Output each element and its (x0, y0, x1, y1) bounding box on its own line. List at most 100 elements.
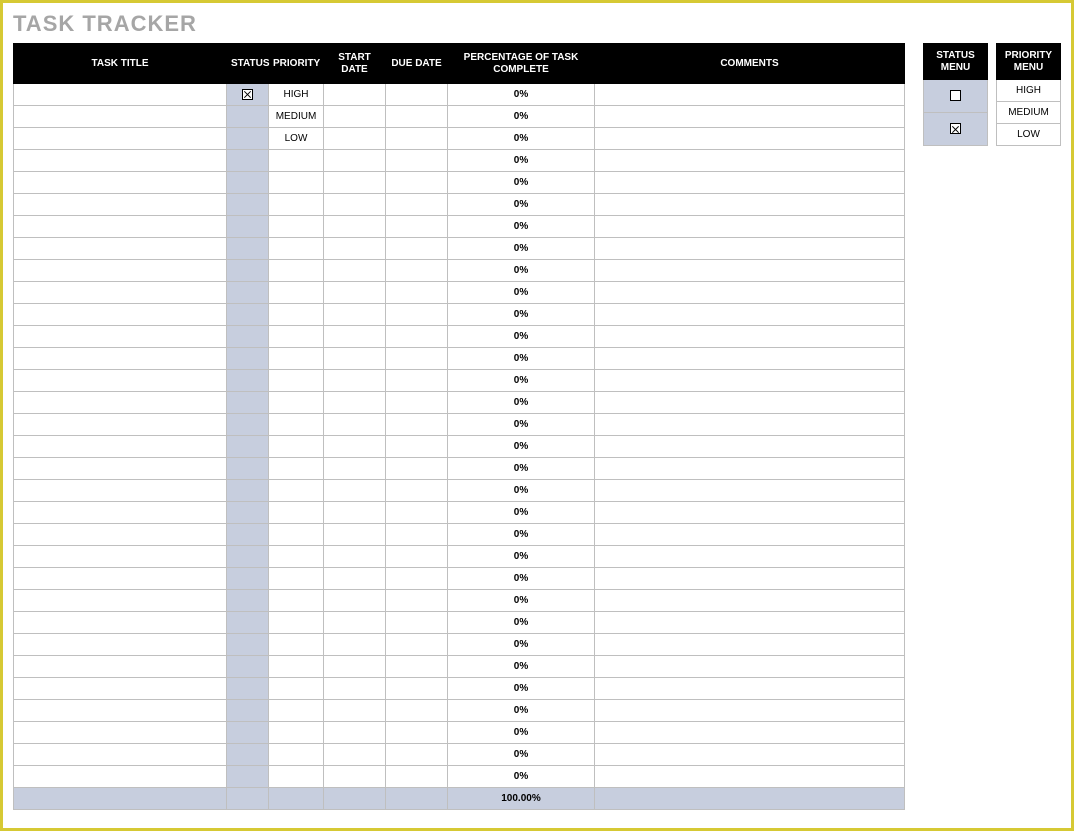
cell-comments[interactable] (595, 106, 905, 128)
cell-status[interactable] (227, 436, 269, 458)
cell-status[interactable] (227, 414, 269, 436)
cell-task-title[interactable] (14, 84, 227, 106)
cell-status[interactable] (227, 150, 269, 172)
cell-task-title[interactable] (14, 282, 227, 304)
cell-due-date[interactable] (386, 106, 448, 128)
cell-start-date[interactable] (324, 568, 386, 590)
cell-comments[interactable] (595, 480, 905, 502)
cell-comments[interactable] (595, 634, 905, 656)
cell-pct-complete[interactable]: 0% (448, 260, 595, 282)
cell-pct-complete[interactable]: 0% (448, 304, 595, 326)
cell-due-date[interactable] (386, 304, 448, 326)
cell-pct-complete[interactable]: 0% (448, 436, 595, 458)
cell-due-date[interactable] (386, 326, 448, 348)
cell-start-date[interactable] (324, 194, 386, 216)
cell-pct-complete[interactable]: 0% (448, 480, 595, 502)
cell-pct-complete[interactable]: 0% (448, 392, 595, 414)
cell-start-date[interactable] (324, 282, 386, 304)
cell-priority[interactable] (269, 568, 324, 590)
cell-start-date[interactable] (324, 480, 386, 502)
cell-priority[interactable] (269, 194, 324, 216)
cell-pct-complete[interactable]: 0% (448, 590, 595, 612)
cell-due-date[interactable] (386, 678, 448, 700)
cell-comments[interactable] (595, 524, 905, 546)
cell-comments[interactable] (595, 84, 905, 106)
cell-start-date[interactable] (324, 502, 386, 524)
cell-pct-complete[interactable]: 0% (448, 172, 595, 194)
cell-comments[interactable] (595, 568, 905, 590)
cell-due-date[interactable] (386, 458, 448, 480)
cell-status[interactable] (227, 370, 269, 392)
cell-priority[interactable] (269, 414, 324, 436)
cell-priority[interactable] (269, 172, 324, 194)
cell-due-date[interactable] (386, 744, 448, 766)
cell-comments[interactable] (595, 326, 905, 348)
cell-start-date[interactable] (324, 612, 386, 634)
cell-start-date[interactable] (324, 744, 386, 766)
cell-task-title[interactable] (14, 678, 227, 700)
cell-priority[interactable] (269, 458, 324, 480)
cell-comments[interactable] (595, 128, 905, 150)
status-menu-option[interactable] (924, 80, 988, 113)
cell-status[interactable] (227, 678, 269, 700)
cell-due-date[interactable] (386, 238, 448, 260)
cell-start-date[interactable] (324, 106, 386, 128)
cell-priority[interactable] (269, 480, 324, 502)
cell-start-date[interactable] (324, 238, 386, 260)
cell-start-date[interactable] (324, 436, 386, 458)
cell-comments[interactable] (595, 436, 905, 458)
cell-status[interactable] (227, 260, 269, 282)
cell-priority[interactable]: MEDIUM (269, 106, 324, 128)
cell-task-title[interactable] (14, 524, 227, 546)
cell-due-date[interactable] (386, 392, 448, 414)
cell-due-date[interactable] (386, 568, 448, 590)
cell-status[interactable] (227, 392, 269, 414)
cell-due-date[interactable] (386, 128, 448, 150)
cell-start-date[interactable] (324, 458, 386, 480)
priority-menu-option[interactable]: HIGH (997, 80, 1061, 102)
cell-due-date[interactable] (386, 348, 448, 370)
cell-pct-complete[interactable]: 0% (448, 700, 595, 722)
cell-pct-complete[interactable]: 0% (448, 458, 595, 480)
cell-task-title[interactable] (14, 766, 227, 788)
cell-comments[interactable] (595, 590, 905, 612)
cell-task-title[interactable] (14, 700, 227, 722)
cell-task-title[interactable] (14, 568, 227, 590)
cell-task-title[interactable] (14, 502, 227, 524)
cell-status[interactable] (227, 348, 269, 370)
cell-start-date[interactable] (324, 392, 386, 414)
cell-pct-complete[interactable]: 0% (448, 326, 595, 348)
cell-comments[interactable] (595, 238, 905, 260)
cell-comments[interactable] (595, 458, 905, 480)
cell-status[interactable] (227, 216, 269, 238)
cell-task-title[interactable] (14, 370, 227, 392)
cell-task-title[interactable] (14, 656, 227, 678)
cell-status[interactable] (227, 480, 269, 502)
cell-pct-complete[interactable]: 0% (448, 282, 595, 304)
cell-due-date[interactable] (386, 524, 448, 546)
cell-start-date[interactable] (324, 766, 386, 788)
cell-task-title[interactable] (14, 546, 227, 568)
cell-comments[interactable] (595, 172, 905, 194)
cell-priority[interactable] (269, 436, 324, 458)
cell-due-date[interactable] (386, 590, 448, 612)
cell-start-date[interactable] (324, 260, 386, 282)
cell-comments[interactable] (595, 216, 905, 238)
cell-start-date[interactable] (324, 414, 386, 436)
cell-status[interactable] (227, 590, 269, 612)
cell-comments[interactable] (595, 612, 905, 634)
cell-due-date[interactable] (386, 612, 448, 634)
cell-start-date[interactable] (324, 304, 386, 326)
cell-due-date[interactable] (386, 766, 448, 788)
cell-priority[interactable] (269, 326, 324, 348)
status-menu-option[interactable] (924, 113, 988, 146)
cell-status[interactable] (227, 612, 269, 634)
cell-start-date[interactable] (324, 722, 386, 744)
cell-due-date[interactable] (386, 84, 448, 106)
cell-task-title[interactable] (14, 304, 227, 326)
cell-start-date[interactable] (324, 524, 386, 546)
cell-comments[interactable] (595, 304, 905, 326)
cell-pct-complete[interactable]: 0% (448, 128, 595, 150)
cell-status[interactable] (227, 744, 269, 766)
cell-start-date[interactable] (324, 326, 386, 348)
